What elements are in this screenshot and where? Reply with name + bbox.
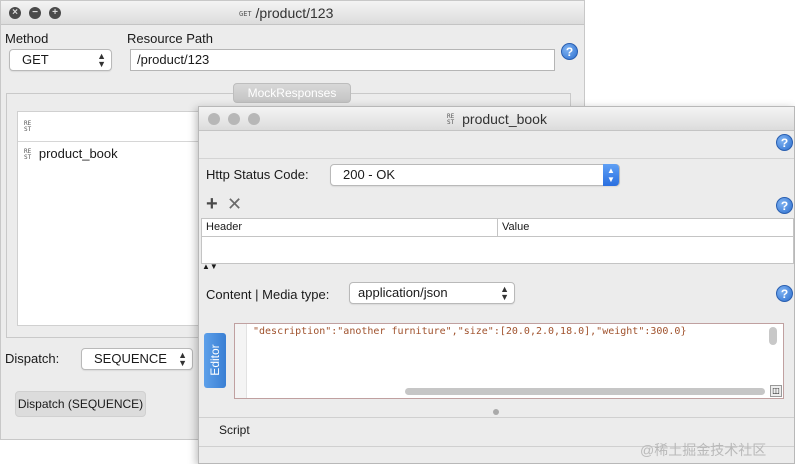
zoom-icon[interactable]	[248, 113, 260, 125]
http-status-select[interactable]: 200 - OK ▲ ▼	[330, 164, 620, 186]
close-icon[interactable]: ×	[9, 7, 21, 19]
method-select[interactable]: GET ▲ ▼	[9, 49, 112, 71]
responses-list: RE ST RE ST product_book	[17, 111, 207, 326]
add-icon[interactable]: +	[206, 194, 218, 214]
mock-responses-button[interactable]: MockResponses	[233, 83, 351, 103]
main-title: GET /product/123	[239, 5, 334, 21]
response-editor[interactable]: "description":"another furniture","size"…	[234, 323, 784, 399]
splitter-handle[interactable]	[493, 409, 499, 415]
remove-icon[interactable]: ✕	[227, 194, 242, 214]
help-icon[interactable]: ?	[776, 197, 793, 214]
splitter-arrows-icon[interactable]: ▲▼	[202, 263, 218, 271]
minimize-icon[interactable]: −	[29, 7, 41, 19]
chevron-updown-icon: ▲ ▼	[178, 350, 187, 368]
method-label: Method	[5, 31, 49, 46]
editor-horizontal-scrollbar[interactable]	[405, 388, 765, 395]
response-title: RE ST product_book	[447, 111, 547, 127]
http-status-label: Http Status Code:	[206, 167, 309, 182]
minimize-icon[interactable]	[228, 113, 240, 125]
resize-grip-icon[interactable]: ◫	[770, 385, 782, 397]
rest-icon: RE ST	[24, 147, 32, 161]
zoom-icon[interactable]: +	[49, 7, 61, 19]
watermark-text: @稀土掘金技术社区	[640, 442, 767, 458]
headers-table-header-row: Header Value	[202, 219, 793, 237]
help-icon[interactable]: ?	[776, 285, 793, 302]
content-media-type-label: Content | Media type:	[206, 287, 330, 302]
dispatch-button[interactable]: Dispatch (SEQUENCE)	[15, 391, 146, 417]
help-icon[interactable]: ?	[776, 134, 793, 151]
dispatch-label: Dispatch:	[5, 351, 60, 366]
main-titlebar: × − + GET /product/123	[1, 1, 584, 25]
column-header-value[interactable]: Value	[498, 219, 793, 236]
dispatch-select[interactable]: SEQUENCE ▲ ▼	[81, 348, 193, 370]
chevron-updown-icon: ▲ ▼	[500, 284, 509, 302]
editor-text: "description":"another furniture","size"…	[253, 326, 687, 337]
editor-gutter	[235, 324, 247, 398]
headers-table: Header Value	[201, 218, 794, 264]
help-icon[interactable]: ?	[561, 43, 578, 60]
rest-icon: RE ST	[24, 119, 32, 133]
media-type-select[interactable]: application/json ▲ ▼	[349, 282, 515, 304]
editor-tab[interactable]: Editor	[204, 333, 226, 388]
close-icon[interactable]	[208, 113, 220, 125]
column-header-name[interactable]: Header	[202, 219, 498, 236]
resource-path-label: Resource Path	[127, 31, 213, 46]
mock-response-window: RE ST product_book ? Http Status Code: 20…	[198, 106, 795, 464]
list-item[interactable]: RE ST product_book	[18, 142, 206, 165]
editor-vertical-scrollbar[interactable]	[769, 327, 777, 345]
rest-icon: GET	[239, 10, 252, 19]
chevron-updown-icon: ▲ ▼	[603, 164, 619, 186]
responses-list-header: RE ST	[18, 112, 206, 142]
script-tab[interactable]: Script	[219, 423, 250, 437]
response-titlebar: RE ST product_book	[199, 107, 794, 131]
rest-icon: RE ST	[447, 113, 455, 127]
response-toolbar	[199, 131, 794, 159]
resource-path-input[interactable]: /product/123	[130, 49, 555, 71]
chevron-updown-icon: ▲ ▼	[97, 51, 106, 69]
